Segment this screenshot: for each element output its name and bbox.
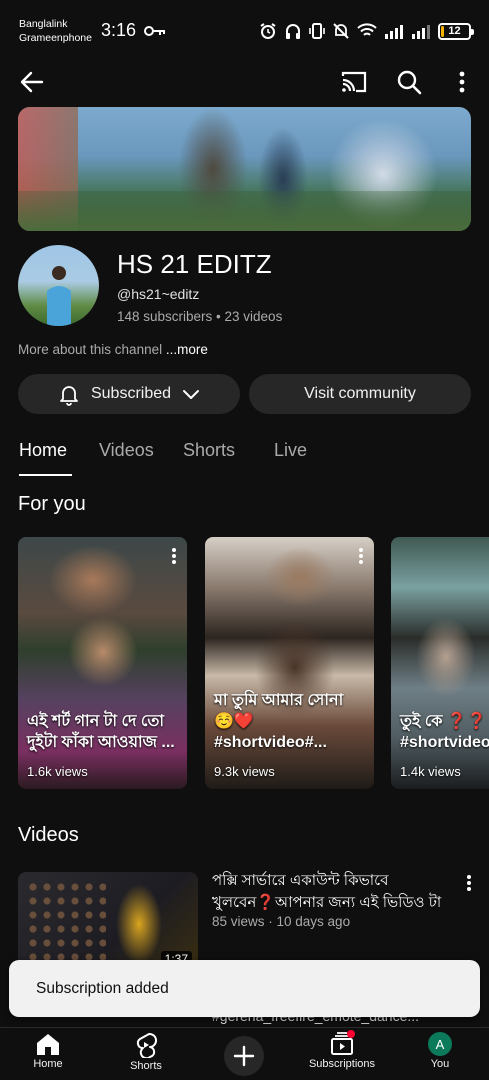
more-vert-icon[interactable] (171, 547, 177, 565)
signal-1-icon (385, 24, 403, 39)
nav-home[interactable]: Home (8, 1032, 88, 1070)
nav-you[interactable]: A You (400, 1032, 480, 1070)
nav-label: Shorts (130, 1060, 162, 1072)
create-button[interactable] (224, 1036, 264, 1076)
for-you-title: For you (18, 493, 86, 515)
short-caption: এই শর্ট গান টা দে তো দুইটা ফাঁকা আওয়াজ … (27, 713, 175, 751)
tab-home[interactable]: Home (19, 440, 67, 461)
short-card[interactable]: এই শর্ট গান টা দে তো দুইটা ফাঁকা আওয়াজ … (18, 537, 187, 789)
back-arrow-icon[interactable] (18, 68, 46, 96)
short-views: 1.4k views (400, 764, 461, 779)
nav-label: Home (33, 1058, 63, 1070)
battery-icon: 12 (438, 22, 474, 40)
short-caption: তুই কে ❓❓ #shortvideo (400, 713, 489, 751)
channel-avatar[interactable] (18, 245, 99, 326)
nav-subscriptions[interactable]: Subscriptions (302, 1030, 382, 1070)
tab-shorts[interactable]: Shorts (183, 440, 235, 461)
signal-2-icon (412, 24, 430, 39)
shorts-icon (136, 1033, 157, 1058)
carrier-2: Grameenphone (19, 32, 92, 44)
alarm-icon (260, 23, 276, 39)
avatar-icon: A (428, 1032, 452, 1056)
nav-shorts[interactable]: Shorts (106, 1032, 186, 1072)
battery-fill (441, 25, 445, 37)
vibrate-icon (309, 23, 325, 39)
channel-stats: 148 subscribers • 23 videos (117, 309, 283, 324)
create-icon (233, 1045, 255, 1067)
status-bar: Banglalink Grameenphone 3:16 12 (0, 0, 489, 62)
bottom-navigation: Home Shorts Subscriptions A You (0, 1027, 489, 1080)
status-icons: 12 (259, 22, 474, 40)
videos-title: Videos (18, 824, 79, 846)
more-vert-icon[interactable] (466, 874, 472, 892)
wifi-icon (357, 23, 377, 36)
subscribed-button[interactable]: Subscribed (18, 374, 240, 414)
nav-label: You (430, 1058, 450, 1070)
video-title[interactable]: পক্সি সার্ভারে একাউন্ট কিভাবে খুলবেন❓আপন… (212, 870, 462, 914)
subscribed-label: Subscribed (90, 385, 172, 402)
search-icon[interactable] (395, 68, 423, 96)
carrier-info: Banglalink Grameenphone (19, 17, 92, 45)
nav-label: Subscriptions (308, 1058, 376, 1070)
tab-live[interactable]: Live (274, 440, 307, 461)
about-more-link[interactable]: ...more (166, 342, 208, 357)
cast-icon[interactable] (340, 68, 368, 96)
clock: 3:16 (101, 20, 137, 40)
subscription-toast: Subscription added (9, 960, 480, 1017)
notification-dot (347, 1030, 355, 1038)
short-views: 1.6k views (27, 764, 88, 779)
bell-icon (60, 386, 78, 406)
short-caption: মা তুমি আমার সোনা ☺️❤️ #shortvideo#... (214, 692, 344, 751)
short-card[interactable]: তুই কে ❓❓ #shortvideo 1.4k views (391, 537, 489, 789)
tab-videos[interactable]: Videos (99, 440, 154, 461)
carrier-1: Banglalink (19, 18, 68, 30)
mute-notification-icon (333, 23, 349, 39)
battery-level: 12 (448, 25, 461, 37)
visit-community-button[interactable]: Visit community (249, 374, 471, 414)
headphones-icon (286, 24, 300, 39)
person-silhouette (47, 266, 71, 326)
channel-handle: @hs21~editz (117, 286, 200, 302)
short-views: 9.3k views (214, 764, 275, 779)
more-vert-icon[interactable] (452, 68, 472, 96)
video-meta: 85 views · 10 days ago (212, 914, 351, 929)
key-icon (144, 26, 165, 36)
more-vert-icon[interactable] (358, 547, 364, 565)
channel-name: HS 21 EDITZ (117, 249, 272, 279)
about-channel[interactable]: More about this channel ...more (18, 342, 208, 357)
about-text: More about this channel (18, 342, 163, 357)
top-app-bar (0, 62, 489, 102)
home-icon (37, 1034, 59, 1055)
tab-active-indicator (19, 474, 72, 476)
short-card[interactable]: মা তুমি আমার সোনা ☺️❤️ #shortvideo#... 9… (205, 537, 374, 789)
video-thumbnail[interactable]: 1:37 (18, 872, 198, 972)
chevron-down-icon (183, 390, 200, 399)
channel-tabs: Home Videos Shorts Live (0, 440, 489, 478)
channel-banner (18, 107, 471, 231)
